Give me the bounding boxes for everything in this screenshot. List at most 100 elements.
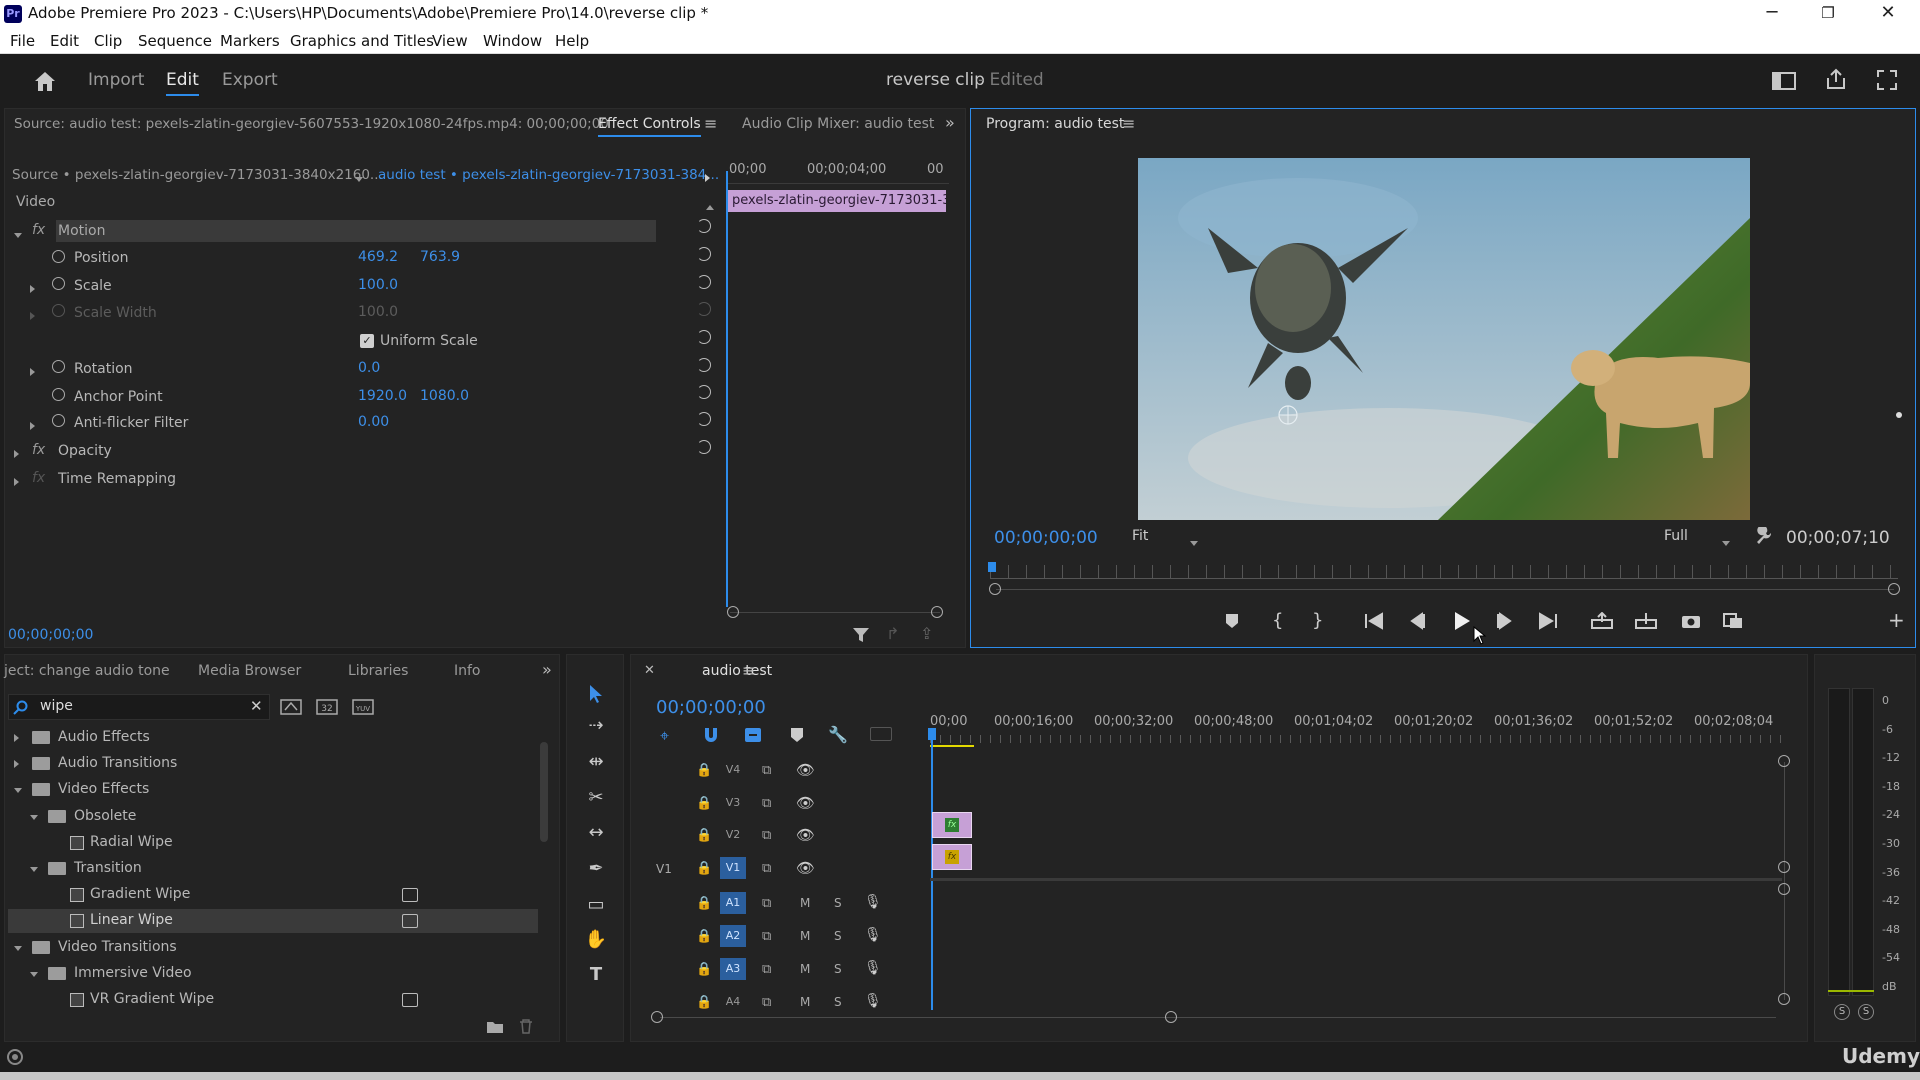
program-zoom-bar[interactable] [996, 589, 1894, 590]
fit-chevron-icon[interactable] [1190, 534, 1198, 550]
menu-edit[interactable]: Edit [50, 32, 79, 50]
mute-button[interactable]: M [800, 995, 810, 1009]
anchor-y-value[interactable]: 1080.0 [420, 388, 469, 404]
expand-time-remap-icon[interactable] [14, 474, 19, 490]
playback-resolution-select[interactable]: Full [1664, 528, 1688, 544]
track-lock-icon[interactable]: 🔒 [696, 929, 712, 944]
track-lock-icon[interactable]: 🔒 [696, 763, 712, 778]
eye-icon[interactable]: 👁 [796, 859, 815, 877]
snap-icon[interactable] [702, 727, 720, 743]
expand-scale-icon[interactable] [30, 281, 35, 297]
tab-info[interactable]: Info [454, 663, 481, 679]
effects-tree-item[interactable]: Gradient Wipe [8, 883, 538, 907]
effects-tree-item[interactable]: Transition [8, 857, 538, 881]
type-tool-icon[interactable]: T [583, 962, 609, 988]
anchor-x-value[interactable]: 1920.0 [358, 388, 407, 404]
position-stopwatch-icon[interactable] [52, 250, 65, 267]
microphone-icon[interactable]: 🎙 [864, 960, 882, 976]
scale-stopwatch-icon[interactable] [52, 277, 65, 294]
slip-tool-icon[interactable]: ↔ [583, 820, 609, 846]
tab-media-browser[interactable]: Media Browser [198, 663, 301, 679]
source-clip-select[interactable]: Source • pexels-zlatin-georgiev-7173031-… [12, 167, 383, 183]
effects-tree-item[interactable]: Audio Effects [8, 726, 538, 750]
position-x-value[interactable]: 469.2 [358, 249, 398, 265]
track-label-a2[interactable]: A2 [720, 925, 746, 947]
chevron-right-icon[interactable] [14, 760, 19, 769]
microphone-icon[interactable]: 🎙 [864, 927, 882, 943]
tab-source-monitor[interactable]: Source: audio test: pexels-zlatin-georgi… [14, 116, 609, 132]
effects-tree-item[interactable]: Video Transitions [8, 936, 538, 960]
effects-more-panels-icon[interactable]: » [542, 660, 552, 679]
eye-icon[interactable]: 👁 [796, 794, 815, 812]
delete-icon[interactable] [518, 1018, 534, 1034]
menu-window[interactable]: Window [483, 32, 542, 50]
extract-icon[interactable] [1634, 612, 1658, 630]
mark-in-icon[interactable]: { [1272, 610, 1283, 631]
track-lock-icon[interactable]: 🔒 [696, 995, 712, 1010]
opacity-reset-icon[interactable] [697, 440, 711, 454]
sync-lock-icon[interactable]: ⧉ [762, 796, 771, 811]
timeline-settings-icon[interactable]: 🔧 [828, 725, 848, 744]
maximize-button[interactable]: ❐ [1800, 0, 1856, 28]
search-input[interactable]: wipe [40, 698, 73, 714]
linked-selection-icon[interactable] [744, 727, 762, 743]
solo-button[interactable]: S [834, 929, 842, 943]
source-patch-v1[interactable]: V1 [656, 862, 672, 876]
lift-icon[interactable] [1590, 612, 1614, 630]
rotation-reset-icon[interactable] [697, 358, 711, 372]
step-back-icon[interactable] [1408, 612, 1426, 630]
menu-markers[interactable]: Markers [220, 32, 280, 50]
mute-button[interactable]: M [800, 929, 810, 943]
share-icon[interactable] [1824, 67, 1848, 91]
yuv-effects-icon[interactable]: YUV [352, 698, 374, 716]
solo-right-button[interactable]: S [1858, 1004, 1874, 1020]
clear-search-icon[interactable]: ✕ [250, 697, 263, 715]
program-current-timecode[interactable]: 00;00;00;00 [994, 528, 1098, 548]
effects-tree-item[interactable]: Audio Transitions [8, 752, 538, 776]
position-reset-icon[interactable] [697, 247, 711, 261]
eye-icon[interactable]: 👁 [796, 761, 815, 779]
new-bin-icon[interactable] [486, 1020, 504, 1034]
hscroll-handle-right[interactable] [1165, 1011, 1177, 1023]
accelerated-effects-icon[interactable] [280, 698, 302, 716]
button-editor-icon[interactable]: + [1888, 608, 1905, 632]
wrench-icon[interactable] [1754, 527, 1772, 545]
mark-out-icon[interactable]: } [1312, 610, 1323, 631]
timeline-sequence-tab[interactable]: audio test [702, 663, 772, 679]
home-icon[interactable] [32, 69, 58, 93]
expand-opacity-icon[interactable] [14, 446, 19, 462]
mute-button[interactable]: M [800, 962, 810, 976]
selection-tool-icon[interactable] [588, 684, 604, 704]
track-lock-icon[interactable]: 🔒 [696, 796, 712, 811]
export-frame-icon[interactable] [1680, 612, 1702, 630]
tab-export[interactable]: Export [222, 70, 278, 90]
sync-lock-icon[interactable]: ⧉ [762, 896, 771, 911]
antiflicker-stopwatch-icon[interactable] [52, 414, 65, 431]
sync-lock-icon[interactable]: ⧉ [762, 828, 771, 843]
effects-tree-item[interactable]: VR Gradient Wipe [8, 988, 538, 1012]
tab-effect-controls[interactable]: Effect Controls [598, 116, 701, 137]
play-only-clip-icon[interactable] [705, 170, 710, 186]
sequence-clip-select[interactable]: audio test • pexels-zlatin-georgiev-7173… [378, 167, 719, 183]
tab-project[interactable]: ject: change audio tone [4, 663, 170, 679]
comparison-view-icon[interactable] [1722, 612, 1744, 630]
menu-graphics-titles[interactable]: Graphics and Titles [290, 32, 434, 50]
rotation-stopwatch-icon[interactable] [52, 360, 65, 377]
rotation-value[interactable]: 0.0 [358, 360, 380, 376]
sync-lock-icon[interactable]: ⧉ [762, 962, 771, 977]
nest-sequence-icon[interactable]: ⌖ [660, 726, 669, 746]
chevron-down-icon[interactable] [30, 971, 38, 977]
horizontal-scrollbar[interactable] [660, 1017, 1776, 1018]
chevron-down-icon[interactable] [30, 867, 38, 872]
scale-value[interactable]: 100.0 [358, 277, 398, 293]
expand-antiflicker-icon[interactable] [30, 418, 35, 434]
sync-lock-icon[interactable]: ⧉ [762, 995, 771, 1010]
uniform-scale-checkbox[interactable]: ✓ [360, 334, 374, 348]
track-lock-icon[interactable]: 🔒 [696, 828, 712, 843]
zoom-handle-right[interactable] [931, 606, 943, 618]
effect-clip-bar[interactable]: pexels-zlatin-georgiev-7173031-3( [728, 190, 946, 212]
chevron-down-icon[interactable] [30, 814, 38, 820]
timeline-playhead-line[interactable] [931, 740, 933, 1010]
rectangle-tool-icon[interactable]: ▭ [583, 892, 609, 918]
solo-button[interactable]: S [834, 995, 842, 1009]
